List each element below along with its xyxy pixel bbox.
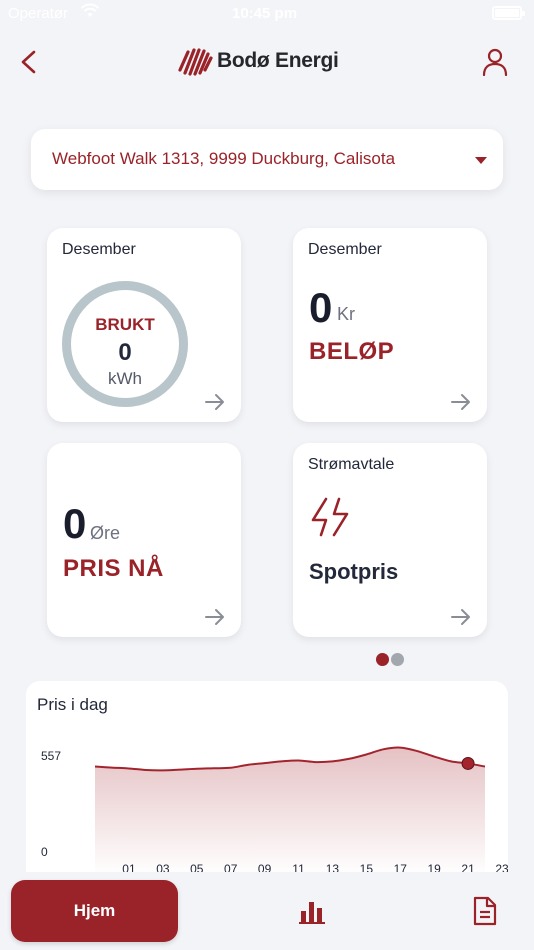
x-tick-label: 15 (360, 862, 374, 872)
usage-ring: BRUKT 0 kWh (62, 281, 188, 407)
usage-value: 0 (118, 339, 132, 366)
usage-ring-title: BRUKT (95, 315, 155, 334)
x-tick-label: 07 (224, 862, 238, 872)
x-tick-label: 09 (258, 862, 272, 872)
chart-area (95, 747, 485, 872)
y-tick-label: 557 (41, 749, 61, 763)
clock: 10:45 pm (232, 5, 298, 22)
tab-bar: Hjem (0, 872, 534, 950)
arrow-right-icon (205, 394, 224, 410)
tab-home[interactable]: Hjem (11, 880, 178, 942)
price-now-value: 0 (63, 500, 87, 547)
x-tick-label: 23 (495, 862, 508, 872)
price-now-card[interactable]: 0 Øre PRIS NÅ (47, 443, 241, 637)
document-icon[interactable] (472, 896, 498, 926)
price-now-unit: Øre (90, 523, 121, 543)
lightning-bolt-icon (311, 497, 349, 537)
arrow-right-icon (451, 609, 470, 625)
usage-card[interactable]: Desember BRUKT 0 kWh (47, 228, 241, 422)
page-dot[interactable] (376, 653, 389, 666)
address-selector[interactable]: Webfoot Walk 1313, 9999 Duckburg, Caliso… (31, 129, 503, 190)
x-tick-label: 11 (292, 862, 305, 872)
contract-card[interactable]: Strømavtale Spotpris (293, 443, 487, 637)
arrow-right-icon (451, 394, 470, 410)
amount-value: 0 (309, 284, 333, 331)
battery-icon (492, 6, 525, 20)
page-indicator[interactable] (376, 653, 404, 666)
x-tick-label: 17 (394, 862, 408, 872)
y-tick-label: 0 (41, 845, 48, 859)
page-dot[interactable] (391, 653, 404, 666)
x-tick-label: 13 (326, 862, 340, 872)
amount-card[interactable]: Desember 0 Kr BELØP (293, 228, 487, 422)
header: Bodø Energi (0, 36, 534, 92)
arrow-right-icon (205, 609, 224, 625)
price-now-title: PRIS NÅ (63, 555, 164, 582)
x-tick-label: 19 (427, 862, 441, 872)
status-bar: Operatør 10:45 pm (0, 0, 534, 28)
usage-month-label: Desember (62, 241, 136, 258)
logo-mark-icon (178, 48, 213, 76)
contract-label: Strømavtale (308, 456, 395, 473)
x-tick-label: 01 (122, 862, 136, 872)
address-value: Webfoot Walk 1313, 9999 Duckburg, Caliso… (52, 149, 396, 168)
x-tick-label: 05 (190, 862, 204, 872)
amount-month-label: Desember (308, 241, 382, 258)
amount-title: BELØP (309, 338, 395, 365)
amount-unit: Kr (337, 304, 355, 324)
price-today-chart: Pris i dag 0 557 01 03 05 07 09 11 13 15 17 19 21 23 (26, 681, 508, 872)
x-tick-label: 21 (461, 862, 475, 872)
bar-chart-icon[interactable] (298, 899, 326, 925)
current-hour-marker[interactable] (461, 756, 475, 770)
wifi-icon (80, 3, 100, 17)
caret-down-icon (475, 157, 487, 164)
usage-unit: kWh (108, 369, 142, 388)
price-chart-svg: 0 557 01 03 05 07 09 11 13 15 17 19 21 23 (41, 746, 508, 872)
x-tick-label: 03 (156, 862, 170, 872)
brand-logo: Bodø Energi (177, 46, 339, 76)
carrier-label: Operatør (8, 5, 69, 22)
contract-plan: Spotpris (309, 559, 399, 584)
brand-name: Bodø Energi (217, 49, 339, 72)
chevron-left-icon[interactable] (16, 48, 44, 76)
user-icon[interactable] (482, 48, 508, 76)
